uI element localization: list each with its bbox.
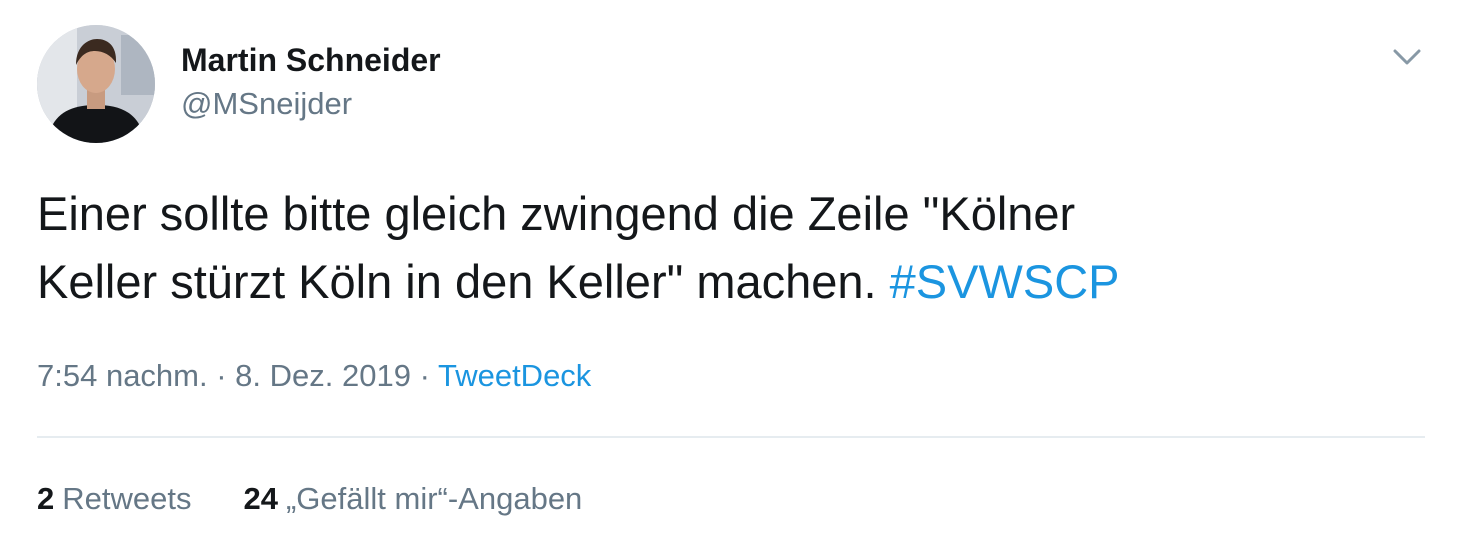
retweets-count: 2 xyxy=(37,481,55,516)
likes-label: „Gefällt mir“-Angaben xyxy=(285,481,583,516)
divider xyxy=(37,436,1425,438)
meta-separator: · xyxy=(207,358,236,393)
author-block: Martin Schneider @MSneijder xyxy=(181,40,441,124)
tweet-text-line-2-body: Keller stürzt Köln in den Keller" machen… xyxy=(37,255,877,308)
chevron-down-icon xyxy=(1393,49,1421,65)
tweet-date[interactable]: 8. Dez. 2019 xyxy=(235,358,411,393)
likes-stat[interactable]: 24 „Gefällt mir“-Angaben xyxy=(243,479,582,519)
tweet-text-line-2: Keller stürzt Köln in den Keller" machen… xyxy=(37,248,1427,316)
tweet-text: Einer sollte bitte gleich zwingend die Z… xyxy=(37,180,1427,316)
tweet-time[interactable]: 7:54 nachm. xyxy=(37,358,208,393)
tweet-source-link[interactable]: TweetDeck xyxy=(438,358,591,393)
avatar[interactable] xyxy=(37,25,155,143)
tweet-metadata: 7:54 nachm. · 8. Dez. 2019 · TweetDeck xyxy=(37,356,591,396)
tweet-menu-button[interactable] xyxy=(1390,44,1424,70)
tweet-card: Martin Schneider @MSneijder Einer sollte… xyxy=(0,0,1460,557)
tweet-stats: 2 Retweets 24 „Gefällt mir“-Angaben xyxy=(37,479,582,519)
retweets-label: Retweets xyxy=(62,481,192,516)
meta-separator: · xyxy=(410,358,438,393)
person-photo-icon xyxy=(37,25,155,143)
retweets-stat[interactable]: 2 Retweets xyxy=(37,479,191,519)
author-display-name[interactable]: Martin Schneider xyxy=(181,40,441,80)
author-handle[interactable]: @MSneijder xyxy=(181,84,441,124)
hashtag-link[interactable]: #SVWSCP xyxy=(890,255,1120,308)
tweet-text-line-1: Einer sollte bitte gleich zwingend die Z… xyxy=(37,187,1076,240)
likes-count: 24 xyxy=(243,481,278,516)
